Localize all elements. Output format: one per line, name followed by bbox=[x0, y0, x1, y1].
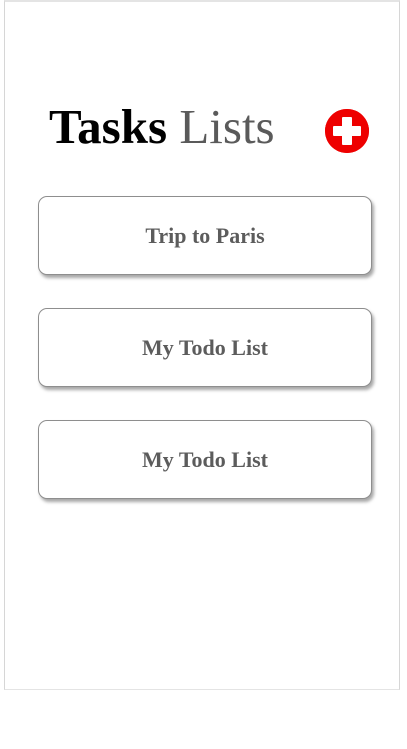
list-item-label: My Todo List bbox=[142, 334, 268, 360]
list-item[interactable]: My Todo List bbox=[38, 308, 372, 387]
task-lists: Trip to Paris My Todo List My Todo List bbox=[38, 196, 372, 532]
list-item[interactable]: Trip to Paris bbox=[38, 196, 372, 275]
header: Tasks Lists bbox=[5, 97, 399, 157]
list-item-label: Trip to Paris bbox=[145, 222, 265, 248]
list-item-label: My Todo List bbox=[142, 446, 268, 472]
app-screen: Tasks Lists Trip to Paris My Todo List M… bbox=[4, 0, 400, 690]
plus-circle-icon bbox=[325, 109, 369, 153]
page-title: Tasks Lists bbox=[49, 97, 275, 157]
title-tasks: Tasks bbox=[49, 99, 168, 154]
add-list-button[interactable] bbox=[325, 109, 369, 153]
title-lists: Lists bbox=[179, 99, 275, 154]
list-item[interactable]: My Todo List bbox=[38, 420, 372, 499]
